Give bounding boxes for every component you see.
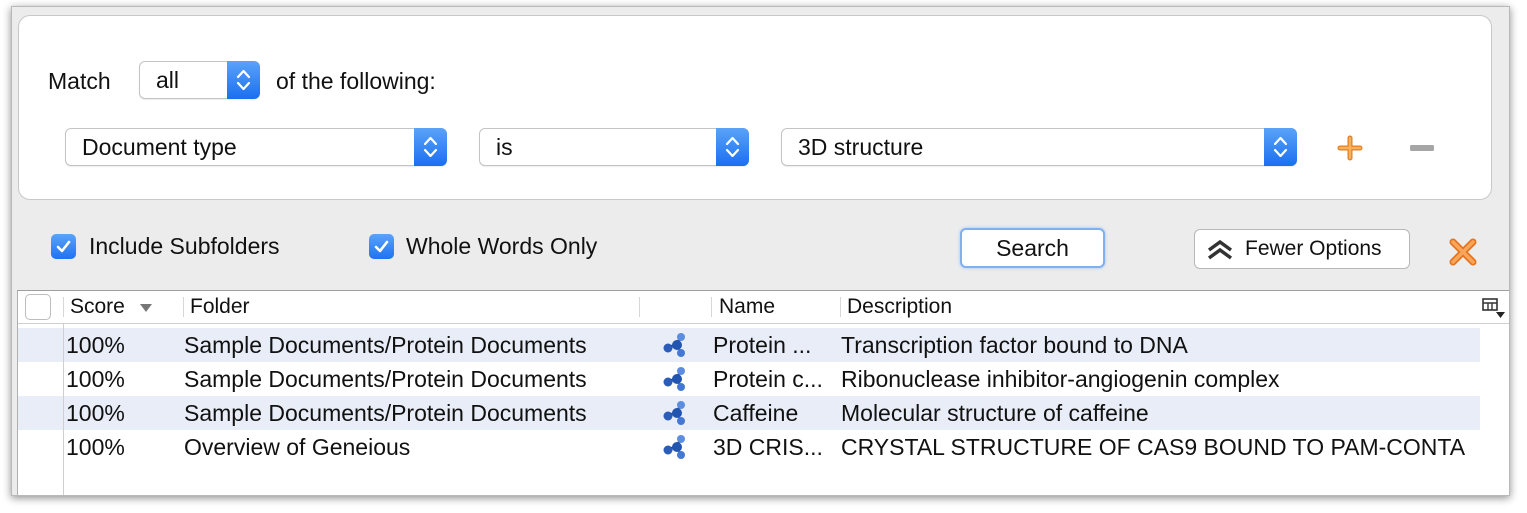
results-table: Score Folder Name Description 100% Sampl… bbox=[17, 290, 1509, 495]
following-label: of the following: bbox=[276, 68, 436, 94]
fewer-options-button[interactable]: Fewer Options bbox=[1194, 229, 1410, 269]
match-label: Match bbox=[48, 68, 111, 94]
description-column-header[interactable]: Description bbox=[847, 291, 952, 323]
column-divider bbox=[639, 297, 640, 317]
table-row[interactable]: 100% Sample Documents/Protein Documents … bbox=[18, 328, 1480, 362]
select-stepper-icon bbox=[716, 128, 749, 166]
search-button[interactable]: Search bbox=[960, 228, 1105, 268]
field-select[interactable]: Document type bbox=[65, 128, 447, 166]
name-cell: 3D CRIS... bbox=[713, 434, 823, 460]
column-divider bbox=[63, 297, 64, 317]
add-criterion-icon[interactable] bbox=[1337, 135, 1363, 161]
remove-criterion-icon[interactable] bbox=[1409, 142, 1435, 154]
close-search-icon[interactable] bbox=[1448, 237, 1478, 267]
column-divider bbox=[711, 297, 712, 317]
score-cell: 100% bbox=[66, 366, 125, 392]
description-cell: Molecular structure of caffeine bbox=[841, 400, 1149, 426]
collapse-chevron-icon bbox=[1207, 239, 1233, 260]
select-stepper-icon bbox=[227, 61, 260, 99]
score-cell: 100% bbox=[66, 400, 125, 426]
whole-words-only-checkbox[interactable] bbox=[369, 234, 394, 259]
search-button-label: Search bbox=[996, 235, 1069, 261]
score-column-header[interactable]: Score bbox=[70, 291, 125, 323]
select-stepper-icon bbox=[1264, 128, 1297, 166]
field-value: Document type bbox=[82, 134, 237, 160]
select-stepper-icon bbox=[414, 128, 447, 166]
folder-cell: Sample Documents/Protein Documents bbox=[184, 400, 587, 426]
name-cell: Protein ... bbox=[713, 332, 812, 358]
column-divider bbox=[840, 297, 841, 317]
folder-cell: Sample Documents/Protein Documents bbox=[184, 366, 587, 392]
description-cell: CRYSTAL STRUCTURE OF CAS9 BOUND TO PAM-C… bbox=[841, 434, 1466, 460]
score-cell: 100% bbox=[66, 332, 125, 358]
include-subfolders-label: Include Subfolders bbox=[89, 233, 280, 259]
fewer-options-label: Fewer Options bbox=[1245, 237, 1382, 260]
table-row[interactable]: 100% Sample Documents/Protein Documents … bbox=[18, 396, 1480, 430]
score-cell: 100% bbox=[66, 434, 125, 460]
folder-cell: Sample Documents/Protein Documents bbox=[184, 332, 587, 358]
folder-cell: Overview of Geneious bbox=[184, 434, 411, 460]
search-panel: Match all of the following: Document typ… bbox=[11, 6, 1510, 496]
name-cell: Protein c... bbox=[713, 366, 823, 392]
molecule-icon bbox=[663, 435, 685, 459]
checkbox-column-divider bbox=[63, 324, 64, 495]
description-cell: Transcription factor bound to DNA bbox=[841, 332, 1188, 358]
search-criteria-box: Match all of the following: Document typ… bbox=[18, 15, 1492, 200]
table-header: Score Folder Name Description bbox=[18, 291, 1509, 324]
table-row[interactable]: 100% Sample Documents/Protein Documents … bbox=[18, 362, 1480, 396]
name-column-header[interactable]: Name bbox=[719, 291, 775, 323]
name-cell: Caffeine bbox=[713, 400, 799, 426]
value-select[interactable]: 3D structure bbox=[781, 128, 1297, 166]
select-all-checkbox[interactable] bbox=[25, 294, 51, 320]
sort-descending-icon[interactable] bbox=[139, 303, 153, 313]
molecule-icon bbox=[663, 367, 685, 391]
description-cell: Ribonuclease inhibitor-angiogenin comple… bbox=[841, 366, 1280, 392]
include-subfolders-checkbox[interactable] bbox=[51, 234, 76, 259]
value-value: 3D structure bbox=[798, 134, 924, 160]
column-divider bbox=[183, 297, 184, 317]
molecule-icon bbox=[663, 401, 685, 425]
operator-select[interactable]: is bbox=[479, 128, 749, 166]
folder-column-header[interactable]: Folder bbox=[190, 291, 250, 323]
molecule-icon bbox=[663, 333, 685, 357]
match-mode-select[interactable]: all bbox=[139, 61, 260, 99]
table-row[interactable]: 100% Overview of Geneious 3D CRIS... CRY… bbox=[18, 430, 1480, 464]
operator-value: is bbox=[496, 134, 513, 160]
match-mode-value: all bbox=[156, 67, 180, 93]
column-chooser-icon[interactable] bbox=[1482, 297, 1506, 319]
whole-words-only-label: Whole Words Only bbox=[406, 233, 598, 259]
